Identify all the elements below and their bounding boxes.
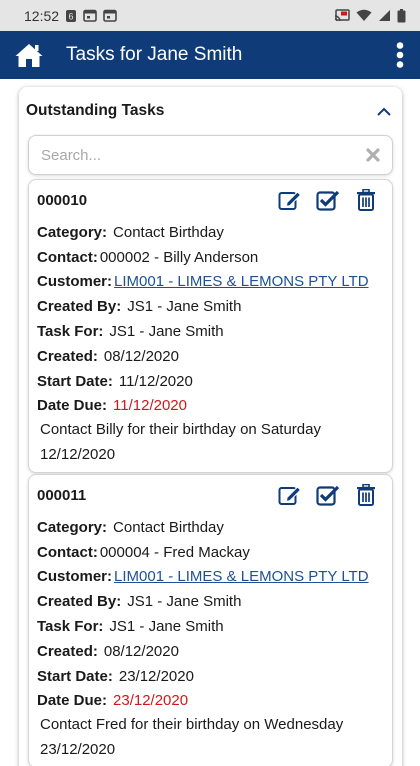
edit-task-button[interactable] — [278, 188, 302, 212]
battery-icon — [397, 8, 406, 22]
status-time: 12:52 — [24, 7, 60, 24]
signal-icon — [379, 10, 390, 21]
created-by-row: Created By: JS1 - Jane Smith — [37, 294, 392, 319]
customer-row: Customer: LIM001 - LIMES & LEMONS PTY LTD — [37, 270, 392, 295]
category-label: Category: — [37, 518, 108, 536]
created-value: 08/12/2020 — [103, 642, 179, 660]
date-due-label: Date Due: — [37, 397, 108, 415]
date-due-value: 11/12/2020 — [113, 397, 187, 415]
more-options-button[interactable] — [380, 31, 420, 79]
wifi-icon — [356, 9, 372, 21]
date-due-row: Date Due: 11/12/2020 — [37, 394, 392, 419]
start-date-value: 11/12/2020 — [118, 372, 193, 390]
complete-task-button[interactable] — [316, 483, 340, 507]
contact-row: Contact: 000004 - Fred Mackay — [37, 540, 392, 565]
contact-label: Contact: — [37, 543, 98, 561]
start-date-label: Start Date: — [37, 667, 113, 685]
date-due-row: Date Due: 23/12/2020 — [37, 689, 392, 714]
category-row: Category: Contact Birthday — [37, 220, 392, 245]
category-value: Contact Birthday — [113, 223, 224, 241]
outstanding-tasks-panel: Outstanding Tasks 000010 — [19, 87, 402, 766]
collapse-button[interactable] — [374, 101, 394, 121]
more-vertical-icon — [396, 42, 404, 68]
created-by-label: Created By: — [37, 593, 122, 611]
task-note: Contact Fred for their birthday on Wedne… — [40, 716, 344, 759]
notification-icon: 6 — [66, 9, 77, 22]
created-value: 08/12/2020 — [103, 347, 179, 365]
created-by-label: Created By: — [37, 298, 122, 316]
home-icon — [15, 44, 43, 67]
task-for-label: Task For: — [37, 618, 104, 636]
page-title: Tasks for Jane Smith — [66, 44, 243, 65]
category-row: Category: Contact Birthday — [37, 515, 392, 540]
customer-link[interactable]: LIM001 - LIMES & LEMONS PTY LTD — [114, 273, 369, 290]
complete-task-button[interactable] — [316, 188, 340, 212]
status-bar: 12:52 6 — [0, 0, 420, 31]
contact-value: 000002 - Billy Anderson — [99, 248, 259, 266]
home-button[interactable] — [0, 31, 58, 79]
date-due-value: 23/12/2020 — [113, 692, 189, 710]
calendar-icon — [83, 9, 97, 22]
start-date-row: Start Date: 11/12/2020 — [37, 369, 392, 394]
task-card: 000010 Category: Contact Birthday Contact… — [28, 179, 393, 473]
customer-label: Customer: — [37, 273, 113, 291]
created-row: Created: 08/12/2020 — [37, 344, 392, 369]
delete-task-button[interactable] — [354, 483, 378, 507]
svg-text:6: 6 — [69, 11, 74, 21]
cast-icon — [334, 9, 350, 22]
created-by-value: JS1 - Jane Smith — [127, 298, 242, 316]
category-value: Contact Birthday — [113, 518, 224, 536]
created-by-row: Created By: JS1 - Jane Smith — [37, 589, 392, 614]
search-box — [28, 135, 393, 175]
customer-link[interactable]: LIM001 - LIMES & LEMONS PTY LTD — [114, 568, 369, 585]
close-icon — [366, 148, 380, 162]
task-for-value: JS1 - Jane Smith — [109, 323, 224, 341]
contact-value: 000004 - Fred Mackay — [99, 543, 250, 561]
app-bar: Tasks for Jane Smith — [0, 31, 420, 79]
created-by-value: JS1 - Jane Smith — [127, 593, 242, 611]
task-for-row: Task For: JS1 - Jane Smith — [37, 614, 392, 639]
contact-row: Contact: 000002 - Billy Anderson — [37, 245, 392, 270]
task-for-row: Task For: JS1 - Jane Smith — [37, 319, 392, 344]
customer-label: Customer: — [37, 568, 113, 586]
task-note: Contact Billy for their birthday on Satu… — [40, 421, 321, 464]
panel-header[interactable]: Outstanding Tasks — [19, 87, 402, 135]
edit-icon — [278, 191, 302, 210]
search-input[interactable] — [41, 146, 364, 164]
task-id: 000011 — [37, 486, 87, 504]
created-row: Created: 08/12/2020 — [37, 639, 392, 664]
delete-task-button[interactable] — [354, 188, 378, 212]
edit-task-button[interactable] — [278, 483, 302, 507]
category-label: Category: — [37, 223, 108, 241]
trash-icon — [357, 189, 375, 211]
task-card: 000011 Category: Contact Birthday Contact… — [28, 474, 393, 766]
task-for-value: JS1 - Jane Smith — [109, 618, 224, 636]
clear-search-button[interactable] — [364, 146, 382, 164]
calendar-icon — [103, 9, 117, 22]
task-for-label: Task For: — [37, 323, 104, 341]
customer-row: Customer: LIM001 - LIMES & LEMONS PTY LTD — [37, 565, 392, 590]
contact-label: Contact: — [37, 248, 98, 266]
edit-icon — [278, 486, 302, 505]
date-due-label: Date Due: — [37, 692, 108, 710]
start-date-label: Start Date: — [37, 372, 113, 390]
task-id: 000010 — [37, 191, 88, 209]
chevron-up-icon — [377, 107, 391, 116]
created-label: Created: — [37, 347, 98, 365]
trash-icon — [357, 484, 375, 506]
start-date-value: 23/12/2020 — [118, 667, 194, 685]
created-label: Created: — [37, 642, 98, 660]
check-square-icon — [316, 485, 340, 506]
start-date-row: Start Date: 23/12/2020 — [37, 664, 392, 689]
check-square-icon — [316, 190, 340, 211]
panel-title: Outstanding Tasks — [26, 102, 165, 119]
